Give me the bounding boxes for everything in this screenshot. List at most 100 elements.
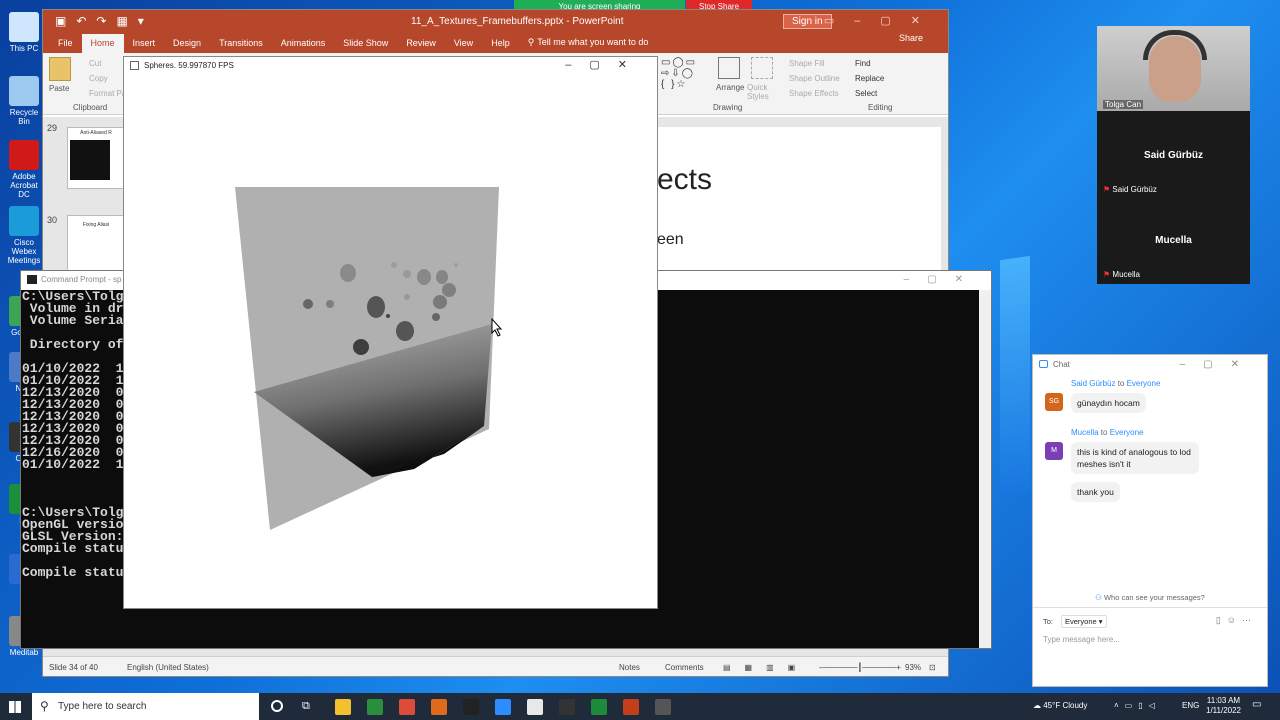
tell-me-search[interactable]: ⚲ Tell me what you want to do (519, 37, 658, 53)
quick-styles-button[interactable]: Quick Styles (747, 83, 777, 101)
comments-button[interactable]: Comments (665, 663, 704, 672)
chrome-icon[interactable] (399, 699, 415, 715)
arrange-button[interactable]: Arrange (716, 83, 744, 92)
clock[interactable]: 11:03 AM 1/11/2022 (1206, 696, 1241, 716)
app-icon[interactable] (559, 699, 575, 715)
start-button[interactable] (9, 701, 21, 713)
system-tray-icons[interactable]: ˄▭▯◁ (1114, 701, 1161, 710)
message-sender: Said Gürbüz to Everyone (1071, 379, 1161, 388)
shapes-gallery[interactable]: ▭◯▭ ⇨⇩◯{ }☆ (661, 57, 709, 93)
tab-review[interactable]: Review (397, 38, 445, 53)
slide-thumbnail-29[interactable]: Anti-Aliased R (67, 127, 125, 189)
quick-access-toolbar[interactable]: ▣↶↷▦▾ (55, 14, 154, 28)
powerpoint-titlebar: ▣↶↷▦▾ 11_A_Textures_Framebuffers.pptx - … (43, 10, 948, 33)
desktop-icon-label: Cisco Webex Meetings (7, 238, 41, 265)
replace-button[interactable]: Replace (855, 74, 884, 83)
tab-animations[interactable]: Animations (272, 38, 335, 53)
thumbnail-image (70, 140, 110, 180)
ribbon-tabs: File Home Insert Design Transitions Anim… (43, 33, 948, 53)
file-explorer-icon[interactable] (335, 699, 351, 715)
store-icon[interactable] (367, 699, 383, 715)
render-canvas[interactable] (124, 74, 657, 608)
arrange-icon[interactable] (718, 57, 740, 79)
chat-icon (1039, 360, 1048, 368)
status-bar: Slide 34 of 40 English (United States) N… (43, 656, 948, 676)
tab-transitions[interactable]: Transitions (210, 38, 272, 53)
app-icon[interactable] (431, 699, 447, 715)
chat-message[interactable]: thank you (1071, 482, 1120, 502)
format-painter-button[interactable]: Format Pa (89, 89, 126, 98)
desktop-icon[interactable]: Cisco Webex Meetings (4, 206, 44, 265)
slide-number-29: 29 (47, 123, 58, 133)
console-scrollbar[interactable] (979, 290, 991, 648)
privacy-link[interactable]: ⚇ Who can see your messages? (1033, 593, 1267, 602)
window-controls[interactable]: –▢✕ (904, 274, 981, 285)
notification-icon[interactable]: ▭ (1252, 699, 1261, 710)
tab-home[interactable]: Home (81, 34, 124, 53)
chat-message-input[interactable]: Type message here... (1043, 635, 1120, 644)
window-controls[interactable]: –▢✕ (565, 58, 645, 71)
shape-outline-button[interactable]: Shape Outline (789, 74, 840, 83)
tab-help[interactable]: Help (482, 38, 519, 53)
lightbulb-icon: ⚲ (527, 37, 535, 47)
chevron-down-icon: ▾ (1096, 617, 1103, 626)
weather-text: 45°F Cloudy (1043, 701, 1088, 710)
fit-slide-icon[interactable]: ⊡ (929, 663, 936, 672)
spheres-opengl-window: Spheres. 59.997870 FPS –▢✕ (123, 56, 658, 609)
notes-button[interactable]: Notes (619, 663, 640, 672)
desktop-icon[interactable]: This PC (4, 12, 44, 53)
share-button[interactable]: Share (890, 33, 932, 48)
tab-insert[interactable]: Insert (124, 38, 165, 53)
tab-slide-show[interactable]: Slide Show (334, 38, 397, 53)
input-language[interactable]: ENG (1182, 701, 1199, 710)
desktop-icon[interactable]: Recycle Bin (4, 76, 44, 126)
quick-styles-icon[interactable] (751, 57, 773, 79)
sender-name: Said Gürbüz (1071, 379, 1116, 388)
cmd-title: Command Prompt - sp (41, 275, 122, 284)
app-icon[interactable] (527, 699, 543, 715)
paste-icon[interactable] (49, 57, 71, 81)
paste-button[interactable]: Paste (49, 84, 69, 93)
tab-view[interactable]: View (445, 38, 482, 53)
zoom-icon[interactable] (495, 699, 511, 715)
find-button[interactable]: Find (855, 59, 871, 68)
recipient-dropdown[interactable]: Everyone ▾ (1061, 615, 1107, 628)
zoom-slider[interactable]: –──────┃──────+ (819, 663, 901, 672)
excel-icon[interactable] (591, 699, 607, 715)
window-controls[interactable]: ▭–▢✕ (824, 14, 940, 27)
participant-name: Said Gürbüz (1112, 185, 1157, 194)
window-controls[interactable]: –▢✕ (1180, 359, 1257, 370)
tab-file[interactable]: File (49, 38, 82, 53)
recipient-name: Everyone (1109, 428, 1144, 437)
command-prompt-icon[interactable] (655, 699, 671, 715)
recipient-value: Everyone (1065, 617, 1097, 626)
participant-video-tolga[interactable]: Tolga Can (1097, 26, 1250, 111)
chat-message[interactable]: günaydın hocam (1071, 393, 1146, 413)
cut-button[interactable]: Cut (89, 59, 101, 68)
zoom-level[interactable]: 93% (905, 663, 921, 672)
tab-design[interactable]: Design (164, 38, 210, 53)
copy-button[interactable]: Copy (89, 74, 108, 83)
zoom-participants-panel: Tolga Can Said Gürbüz ⚑ Said Gürbüz Muce… (1097, 26, 1250, 284)
app-icon (9, 76, 39, 106)
privacy-label: Who can see your messages? (1103, 593, 1205, 602)
weather-widget[interactable]: ☁ 45°F Cloudy (1033, 701, 1087, 710)
chat-titlebar: Chat –▢✕ (1033, 355, 1267, 375)
cortana-icon[interactable] (271, 700, 283, 712)
task-view-icon[interactable]: ⧉ (302, 700, 310, 713)
chat-attachment-icons[interactable]: ▯☺⋯ (1216, 615, 1257, 626)
slide-thumbnail-30[interactable]: Fixing Aliasi (67, 215, 125, 277)
taskbar-search[interactable]: ⚲ Type here to search (32, 693, 259, 720)
terminal-icon[interactable] (463, 699, 479, 715)
view-buttons[interactable]: ▤▦▥▣ (723, 663, 809, 672)
shape-fill-button[interactable]: Shape Fill (789, 59, 825, 68)
message-sender: Mucella to Everyone (1071, 428, 1144, 437)
cmd-icon (27, 275, 37, 284)
chat-message[interactable]: this is kind of analogous to lod meshes … (1071, 442, 1199, 474)
select-button[interactable]: Select (855, 89, 877, 98)
shape-effects-button[interactable]: Shape Effects (789, 89, 839, 98)
current-slide[interactable]: ects een (657, 127, 941, 287)
desktop-icon[interactable]: Adobe Acrobat DC (4, 140, 44, 199)
powerpoint-icon[interactable] (623, 699, 639, 715)
language-indicator[interactable]: English (United States) (127, 663, 209, 672)
